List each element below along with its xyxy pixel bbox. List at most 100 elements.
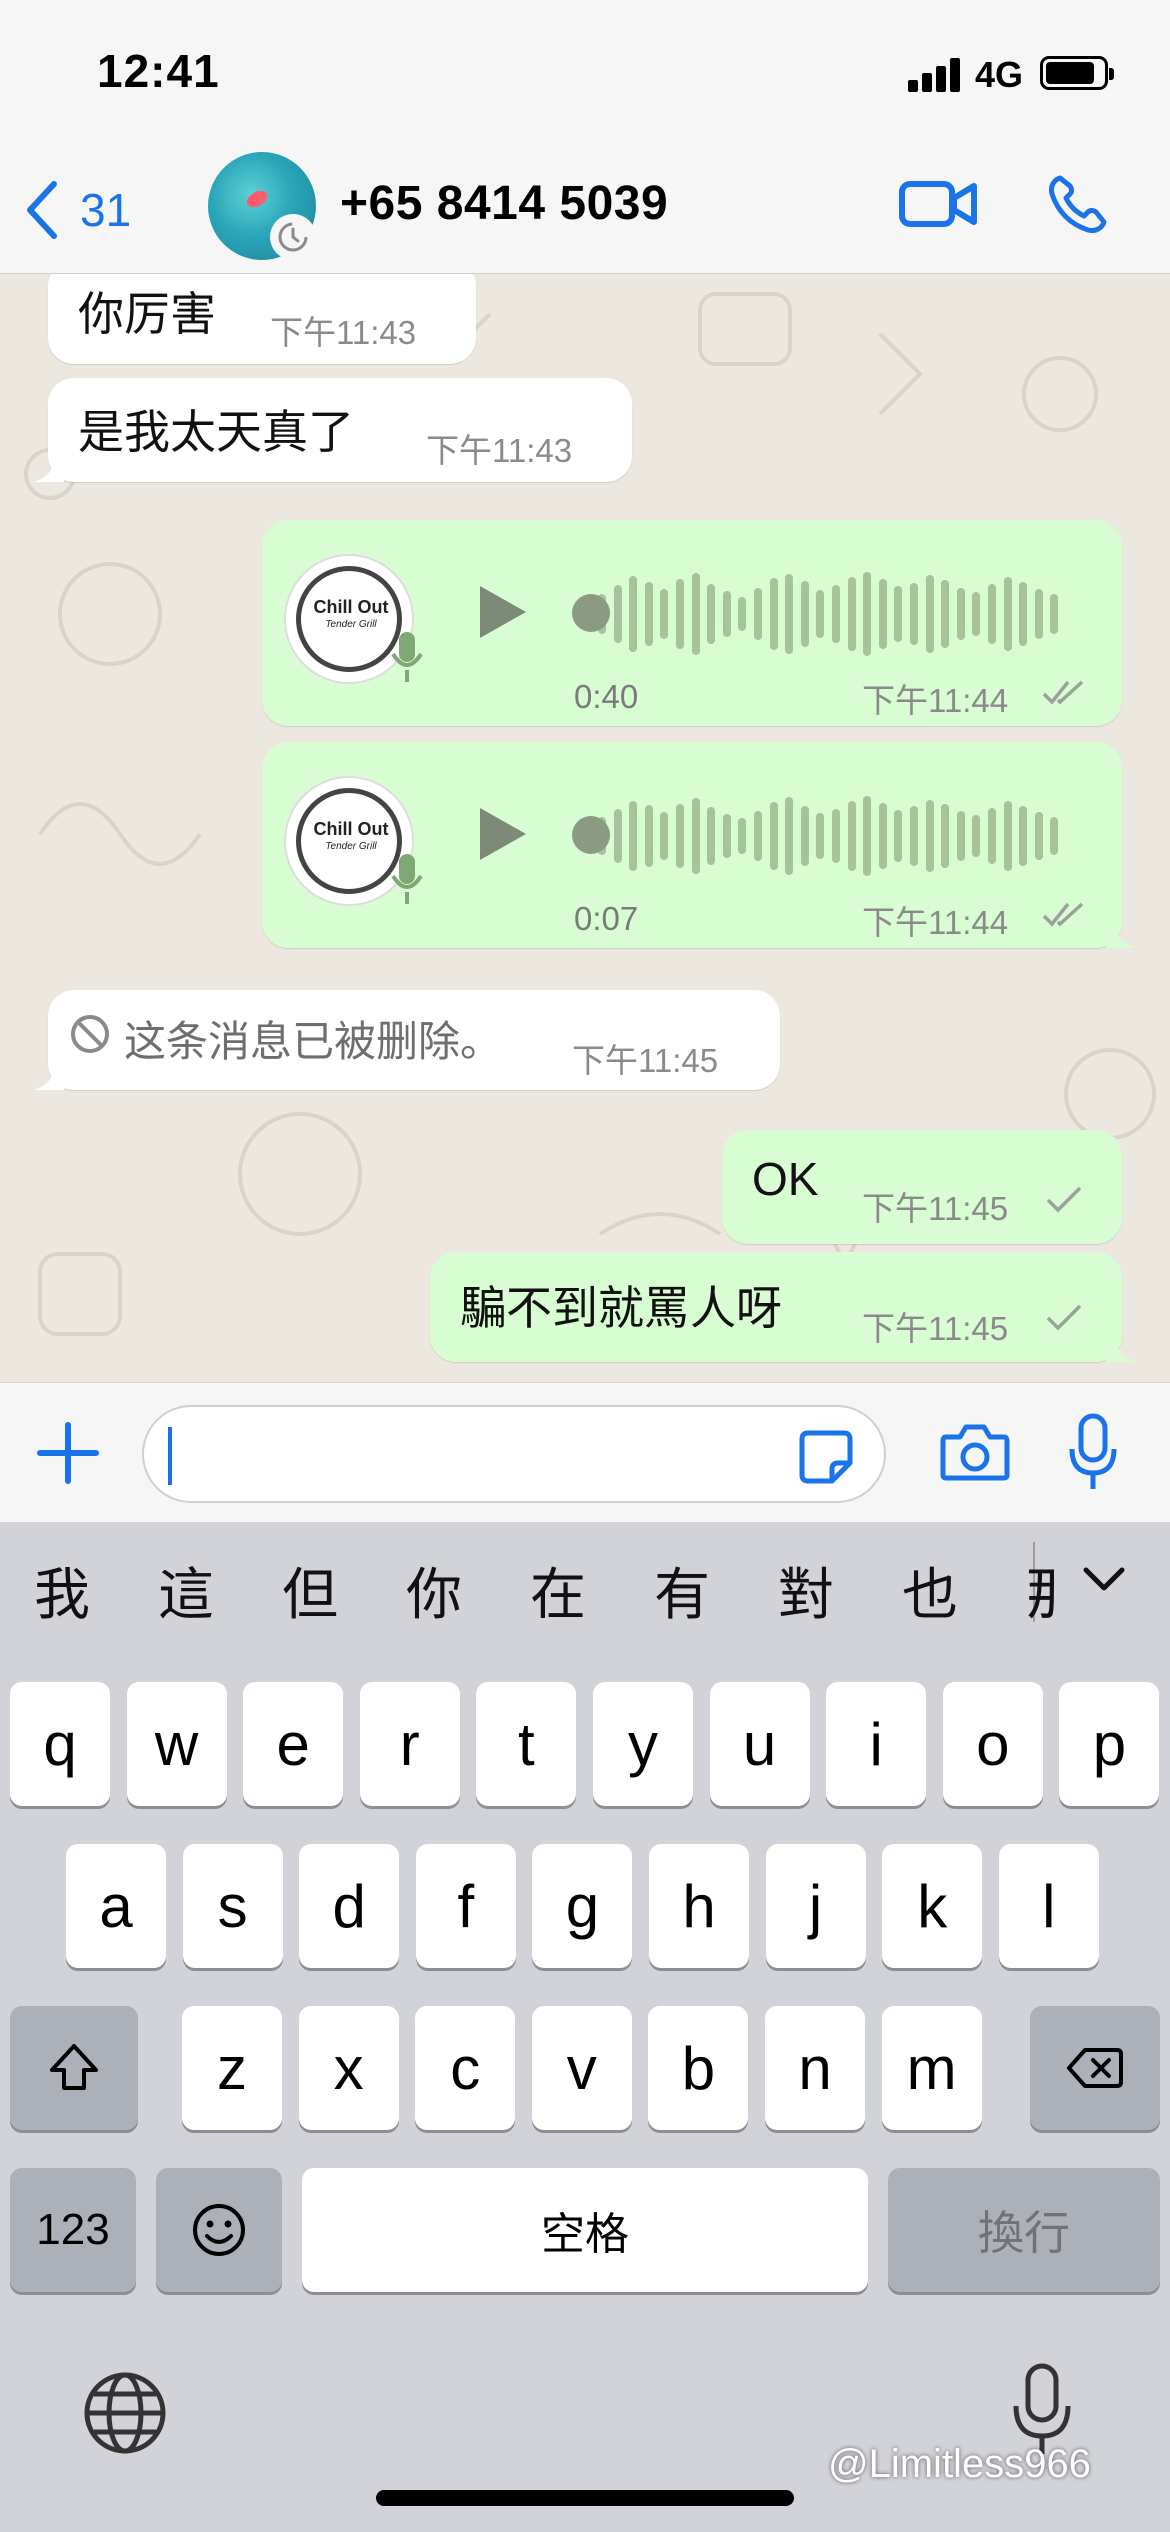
contact-avatar[interactable] [208, 152, 316, 260]
message-time: 下午11:43 [426, 432, 573, 469]
waveform-bar [613, 809, 622, 863]
emoji-key[interactable] [156, 2168, 282, 2292]
message-bubble-outgoing[interactable]: OK 下午11:45 [722, 1130, 1122, 1244]
key-u[interactable]: u [709, 1682, 810, 1806]
key-l[interactable]: l [998, 1844, 1099, 1968]
waveform-bar [785, 574, 794, 654]
key-v[interactable]: v [531, 2006, 632, 2130]
cellular-signal-icon [908, 58, 960, 92]
key-s[interactable]: s [182, 1844, 283, 1968]
play-icon[interactable] [474, 582, 530, 642]
key-j[interactable]: j [765, 1844, 866, 1968]
waveform-bar [956, 588, 965, 640]
key-i[interactable]: i [826, 1682, 927, 1806]
waveform-bar [847, 801, 856, 871]
waveform-bar [769, 802, 778, 870]
waveform-bar [676, 804, 684, 868]
voice-waveform[interactable] [598, 794, 1068, 878]
voice-message-bubble[interactable]: Chill Out Tender Grill 0:07 下午11:44 [262, 742, 1136, 948]
sticker-icon[interactable] [798, 1429, 854, 1485]
candidate-word[interactable]: 也 [902, 1550, 958, 1631]
back-button[interactable]: 31 [22, 170, 131, 250]
key-m[interactable]: m [881, 2006, 982, 2130]
voice-call-icon[interactable] [1046, 172, 1110, 236]
chat-header: 31 +65 8414 5039 [0, 150, 1170, 274]
chat-area[interactable]: 你厉害 下午11:43 是我太天真了 下午11:43 Chill Out Tend… [0, 274, 1170, 1382]
return-key[interactable]: 換行 [888, 2168, 1160, 2292]
waveform-bar [644, 582, 653, 646]
key-d[interactable]: d [299, 1844, 400, 1968]
delete-key[interactable] [1030, 2006, 1160, 2130]
candidate-word[interactable]: 在 [530, 1550, 586, 1631]
play-icon[interactable] [474, 804, 530, 864]
microphone-icon[interactable] [1068, 1413, 1118, 1491]
key-w[interactable]: w [126, 1682, 227, 1806]
candidate-word[interactable]: 那 [1026, 1550, 1054, 1631]
key-h[interactable]: h [649, 1844, 749, 1968]
waveform-bar [738, 597, 747, 631]
deleted-message-bubble[interactable]: 这条消息已被删除。 下午11:45 [34, 990, 780, 1090]
key-a[interactable]: a [66, 1844, 166, 1968]
candidate-word[interactable]: 我 [34, 1550, 90, 1631]
voice-duration: 0:40 [574, 678, 639, 715]
key-x[interactable]: x [298, 2006, 399, 2130]
candidate-word[interactable]: 這 [158, 1550, 214, 1631]
key-p[interactable]: p [1059, 1682, 1160, 1806]
key-e[interactable]: e [243, 1682, 344, 1806]
message-time: 下午11:45 [572, 1042, 719, 1079]
waveform-bar [878, 579, 887, 649]
contact-name[interactable]: +65 8414 5039 [340, 176, 668, 231]
voice-duration: 0:07 [574, 900, 639, 937]
key-y[interactable]: y [593, 1682, 693, 1806]
message-bubble-outgoing[interactable]: 騙不到就罵人呀 下午11:45 [430, 1252, 1136, 1362]
key-q[interactable]: q [10, 1682, 110, 1806]
message-time: 下午11:45 [862, 1310, 1009, 1347]
message-bubble-incoming[interactable]: 你厉害 下午11:43 [48, 274, 476, 364]
check-icon [1046, 1186, 1082, 1213]
key-n[interactable]: n [765, 2006, 865, 2130]
numbers-key[interactable]: 123 [10, 2168, 136, 2292]
playback-scrubber[interactable] [572, 816, 610, 854]
playback-scrubber[interactable] [572, 594, 610, 632]
key-b[interactable]: b [648, 2006, 749, 2130]
key-k[interactable]: k [882, 1844, 983, 1968]
waveform-bar [707, 584, 716, 644]
candidate-word[interactable]: 有 [654, 1550, 710, 1631]
key-o[interactable]: o [942, 1682, 1043, 1806]
waveform-bar [800, 581, 809, 647]
message-time: 下午11:44 [862, 682, 1009, 719]
globe-icon[interactable] [82, 2370, 168, 2456]
voice-waveform[interactable] [598, 572, 1068, 656]
candidate-bar: 我這但你在有對也那 [0, 1522, 1170, 1642]
candidate-word[interactable]: 你 [406, 1550, 462, 1631]
key-z[interactable]: z [182, 2006, 282, 2130]
video-call-icon[interactable] [898, 174, 978, 234]
waveform-bar [941, 804, 950, 868]
candidate-word[interactable]: 對 [778, 1550, 834, 1631]
waveform-bar [754, 588, 762, 640]
candidate-word[interactable]: 但 [282, 1550, 338, 1631]
space-key[interactable]: 空格 [302, 2168, 868, 2292]
camera-icon[interactable] [940, 1423, 1010, 1481]
key-t[interactable]: t [476, 1682, 577, 1806]
bubble-tail [34, 452, 64, 482]
key-r[interactable]: r [359, 1682, 460, 1806]
waveform-bar [722, 814, 731, 858]
key-c[interactable]: c [415, 2006, 516, 2130]
key-f[interactable]: f [415, 1844, 516, 1968]
key-g[interactable]: g [532, 1844, 633, 1968]
home-indicator[interactable] [376, 2490, 794, 2506]
chevron-down-icon[interactable] [1074, 1558, 1134, 1602]
voice-message-bubble[interactable]: Chill Out Tender Grill 0:40 下午11:44 [262, 520, 1122, 726]
double-check-icon [1042, 902, 1084, 927]
message-time: 下午11:43 [270, 314, 417, 351]
message-bubble-incoming[interactable]: 是我太天真了 下午11:43 [34, 378, 632, 482]
plus-icon[interactable] [36, 1421, 100, 1485]
disappearing-timer-icon [270, 214, 316, 260]
waveform-bar [894, 586, 903, 642]
shift-key[interactable] [10, 2006, 138, 2130]
message-input[interactable] [142, 1405, 886, 1503]
emoji-icon [193, 2204, 245, 2256]
waveform-bar [676, 579, 684, 649]
waveform-bar [1019, 582, 1028, 646]
